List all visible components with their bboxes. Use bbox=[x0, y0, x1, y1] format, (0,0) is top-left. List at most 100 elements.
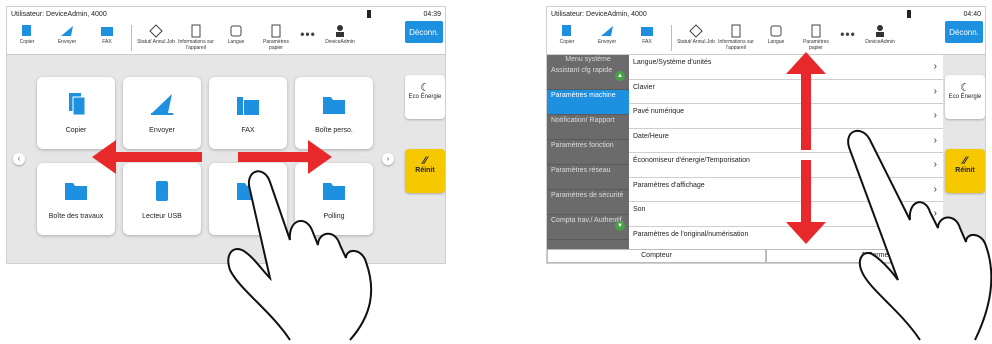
toolbar-paper-button[interactable]: Paramètres papier bbox=[256, 21, 296, 51]
more-icon[interactable]: ••• bbox=[836, 21, 860, 41]
close-button[interactable]: ⌃ Fermer bbox=[766, 249, 985, 263]
fax-icon bbox=[101, 27, 113, 36]
chevron-right-icon: › bbox=[933, 159, 937, 170]
toolbar-label: Informations sur l'appareil bbox=[178, 39, 214, 51]
status-icon bbox=[367, 10, 372, 18]
system-menu-sidebar: Menu système Assistant cfg rapide ▲ Param… bbox=[547, 55, 629, 249]
custom-box-tile[interactable]: Boîte perso. bbox=[295, 77, 373, 149]
logout-button[interactable]: Déconn. bbox=[405, 21, 443, 43]
toolbar-fax-button[interactable]: FAX bbox=[627, 21, 667, 46]
list-item-label: Pavé numérique bbox=[633, 108, 684, 115]
send-tile[interactable]: Envoyer bbox=[123, 77, 201, 149]
eco-energy-button[interactable]: ☾ Eco Énergie bbox=[405, 75, 445, 119]
user-name: DeviceAdmin bbox=[325, 39, 355, 45]
menu-item-label: Compta trav./ Authentif. bbox=[551, 217, 624, 224]
tile-label: FAX bbox=[241, 127, 255, 134]
logout-button[interactable]: Déconn. bbox=[945, 21, 983, 43]
list-item[interactable]: Son › bbox=[629, 202, 943, 227]
language-icon bbox=[770, 25, 782, 37]
list-item[interactable]: Langue/Système d'unités › bbox=[629, 55, 943, 80]
menu-item-function-settings[interactable]: Paramètres fonction bbox=[547, 140, 629, 165]
user-button[interactable]: DeviceAdmin bbox=[860, 21, 900, 46]
toolbar-info-button[interactable]: Informations sur l'appareil bbox=[176, 21, 216, 51]
list-item[interactable]: Date/Heure › bbox=[629, 129, 943, 153]
list-item[interactable]: Pavé numérique › bbox=[629, 104, 943, 129]
paper-icon bbox=[811, 24, 821, 38]
menu-item-job-accounting[interactable]: Compta trav./ Authentif. ▼ bbox=[547, 215, 629, 240]
toolbar-label: Copier bbox=[19, 39, 35, 45]
chevron-right-icon: › bbox=[933, 85, 937, 97]
more-icon[interactable]: ••• bbox=[296, 21, 320, 41]
user-label: Utilisateur: DeviceAdmin, 4000 bbox=[11, 10, 107, 18]
toolbar-label: Informations sur l'appareil bbox=[718, 39, 754, 51]
toolbar-label: FAX bbox=[642, 39, 652, 45]
list-item[interactable]: Paramètres de l'original/numérisation › bbox=[629, 227, 943, 251]
reset-icon: ⁄⁄ bbox=[423, 155, 427, 167]
chevron-right-icon: › bbox=[933, 208, 937, 219]
settings-list: Langue/Système d'unités › Clavier › Pavé n… bbox=[629, 55, 943, 251]
toolbar-send-button[interactable]: Envoyer bbox=[587, 21, 627, 46]
toolbar-status-button[interactable]: Statut/ Annul.Job bbox=[676, 21, 716, 46]
status-icon bbox=[149, 24, 163, 38]
user-button[interactable]: DeviceAdmin bbox=[320, 21, 360, 46]
list-item[interactable]: Paramètres d'affichage › bbox=[629, 178, 943, 202]
menu-item-network-settings[interactable]: Paramètres réseau bbox=[547, 165, 629, 190]
toolbar-info-button[interactable]: Informations sur l'appareil bbox=[716, 21, 756, 51]
list-item-label: Date/Heure bbox=[633, 132, 669, 140]
menu-item-quick-setup[interactable]: Assistant cfg rapide ▲ bbox=[547, 65, 629, 90]
list-item-label: Paramètres de l'original/numérisation bbox=[633, 230, 749, 238]
hidden-tile[interactable] bbox=[209, 163, 287, 235]
tile-label: Boîte des travaux bbox=[48, 213, 104, 220]
chevron-up-icon: ⌃ bbox=[860, 252, 869, 259]
menu-item-label: Paramètres de sécurité bbox=[551, 192, 624, 199]
copy-tile[interactable]: Copier bbox=[37, 77, 115, 149]
toolbar-language-button[interactable]: Langue bbox=[216, 21, 256, 46]
toolbar-label: Langue bbox=[767, 39, 785, 45]
list-item[interactable]: Clavier › bbox=[629, 80, 943, 104]
list-item[interactable]: Économiseur d'énergie/Temporisation › bbox=[629, 153, 943, 178]
fax-tile[interactable]: FAX bbox=[209, 77, 287, 149]
toolbar-language-button[interactable]: Langue bbox=[756, 21, 796, 46]
toolbar-label: FAX bbox=[102, 39, 112, 45]
counter-button[interactable]: Compteur bbox=[547, 249, 766, 263]
reset-label: Réinit bbox=[415, 167, 435, 174]
divider bbox=[671, 25, 672, 51]
tile-label: Polling bbox=[323, 213, 345, 220]
prev-page-button[interactable]: ‹ bbox=[13, 153, 25, 165]
chevron-right-icon: › bbox=[933, 110, 937, 121]
menu-item-notification[interactable]: Notification/ Rapport bbox=[547, 115, 629, 140]
next-page-button[interactable]: › bbox=[382, 153, 394, 165]
reset-label: Réinit bbox=[955, 167, 975, 174]
eco-energy-button[interactable]: ☾ Eco Énergie bbox=[945, 75, 985, 119]
menu-item-machine-settings[interactable]: Paramètres machine bbox=[547, 90, 629, 115]
chevron-down-icon[interactable]: ▼ bbox=[615, 221, 625, 231]
reset-button[interactable]: ⁄⁄ Réinit bbox=[945, 149, 985, 193]
toolbar-label: Paramètres papier bbox=[803, 39, 829, 51]
menu-item-security-settings[interactable]: Paramètres de sécurité bbox=[547, 190, 629, 215]
chevron-right-icon: › bbox=[933, 183, 937, 195]
menu-item-label: Paramètres machine bbox=[551, 92, 616, 99]
copy-icon bbox=[22, 25, 31, 36]
language-icon bbox=[230, 25, 242, 37]
toolbar-copy-button[interactable]: Copier bbox=[7, 21, 47, 46]
list-item-label: Clavier bbox=[633, 83, 655, 91]
list-item-label: Son bbox=[633, 206, 646, 213]
reset-button[interactable]: ⁄⁄ Réinit bbox=[405, 149, 445, 193]
eco-label: Eco Énergie bbox=[948, 94, 982, 100]
toolbar-label: Copier bbox=[559, 39, 575, 45]
menu-item-label: Assistant cfg rapide bbox=[551, 67, 613, 74]
usb-drive-tile[interactable]: Lecteur USB bbox=[123, 163, 201, 235]
chevron-up-icon[interactable]: ▲ bbox=[615, 71, 625, 81]
toolbar: Copier Envoyer FAX Statut/ Annul.Job Inf… bbox=[547, 21, 985, 55]
polling-tile[interactable]: Polling bbox=[295, 163, 373, 235]
send-icon bbox=[61, 26, 73, 36]
job-box-tile[interactable]: Boîte des travaux bbox=[37, 163, 115, 235]
toolbar-send-button[interactable]: Envoyer bbox=[47, 21, 87, 46]
toolbar-status-button[interactable]: Statut/ Annul.Job bbox=[136, 21, 176, 46]
toolbar-fax-button[interactable]: FAX bbox=[87, 21, 127, 46]
reset-icon: ⁄⁄ bbox=[963, 155, 967, 167]
status-bar: Utilisateur: DeviceAdmin, 4000 04:40 bbox=[547, 7, 985, 21]
chevron-right-icon: › bbox=[933, 134, 937, 146]
toolbar-paper-button[interactable]: Paramètres papier bbox=[796, 21, 836, 51]
toolbar-copy-button[interactable]: Copier bbox=[547, 21, 587, 46]
